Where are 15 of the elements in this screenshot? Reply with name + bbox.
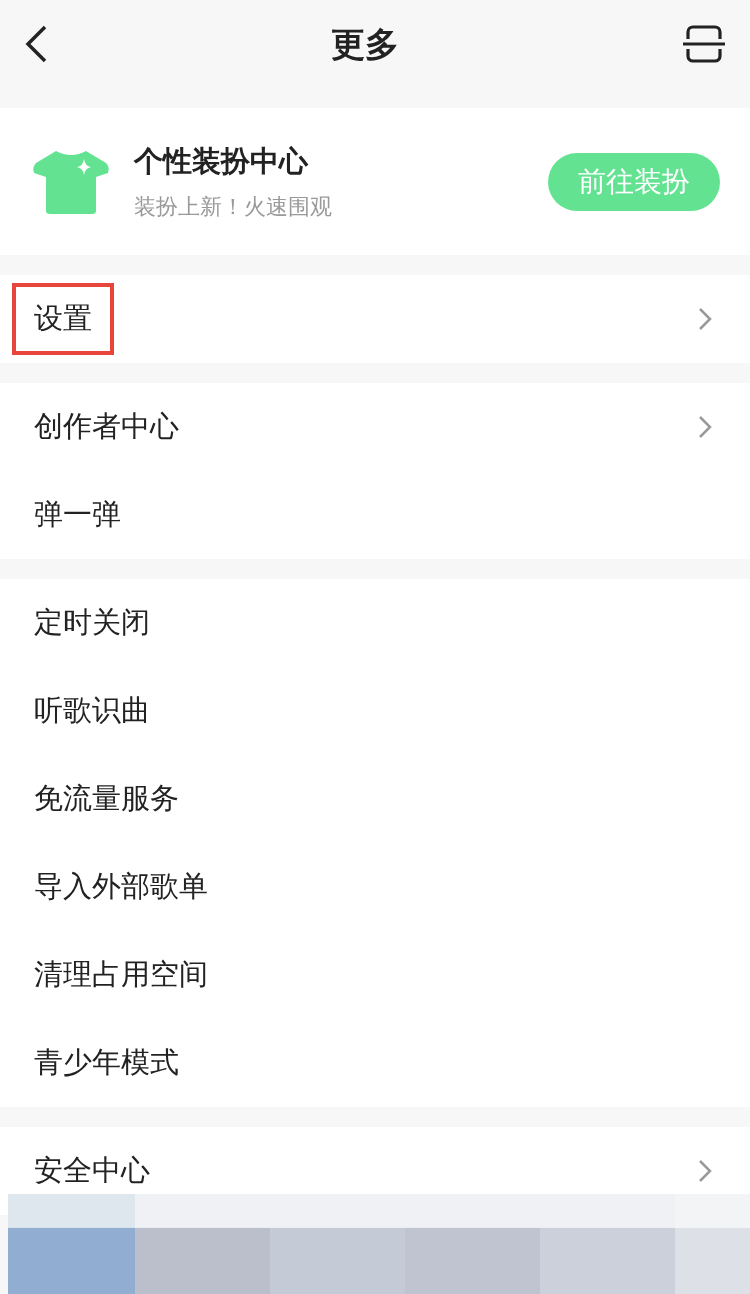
menu-item[interactable]: 安全中心	[34, 1149, 150, 1193]
menu-item[interactable]: 免流量服务	[34, 777, 179, 821]
menu-item[interactable]: 听歌识曲	[34, 689, 150, 733]
menu-item[interactable]: 创作者中心	[34, 405, 179, 449]
promo-subtitle: 装扮上新！火速围观	[134, 192, 333, 221]
menu-item[interactable]: 青少年模式	[34, 1041, 179, 1085]
scan-icon[interactable]	[682, 25, 726, 63]
menu-item[interactable]: 导入外部歌单	[34, 865, 208, 909]
tshirt-icon	[32, 148, 110, 215]
back-icon[interactable]	[24, 25, 48, 63]
menu-item[interactable]: 清理占用空间	[34, 953, 208, 997]
menu-item[interactable]: 定时关闭	[34, 601, 150, 645]
promo-title: 个性装扮中心	[134, 143, 309, 181]
page-title: 更多	[331, 22, 399, 66]
menu-item[interactable]: 弹一弹	[34, 493, 121, 537]
